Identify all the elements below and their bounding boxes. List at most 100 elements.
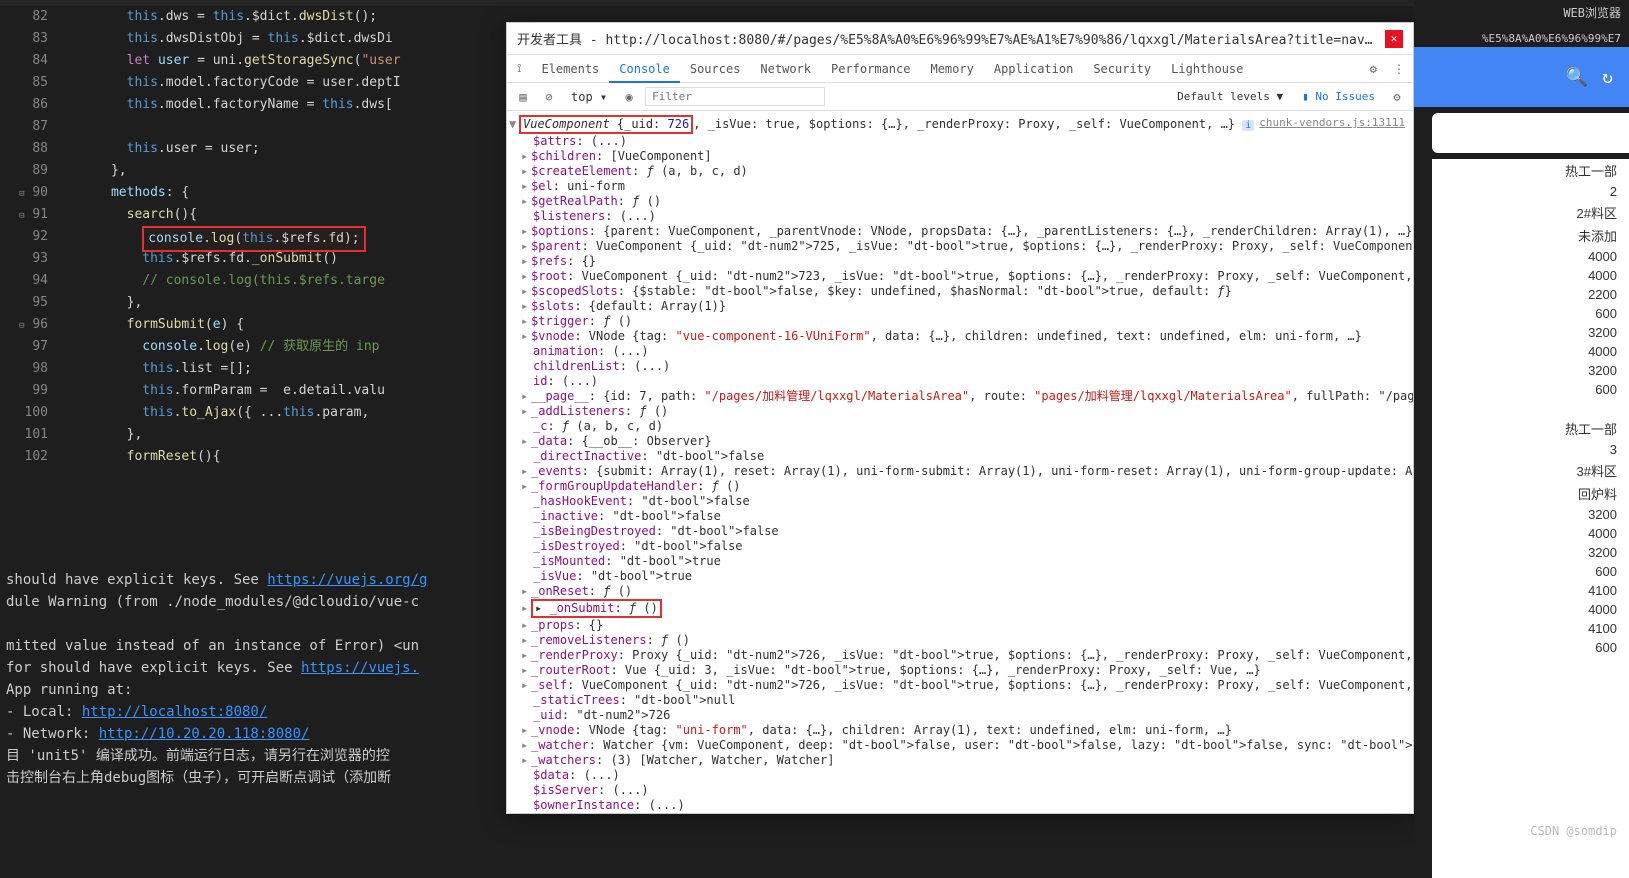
list-item: 回炉料: [1432, 482, 1629, 505]
console-property-row[interactable]: ▸_onReset: ƒ (): [515, 584, 1405, 599]
console-property-row[interactable]: _uid: "dt-num2">726: [515, 708, 1405, 723]
close-icon[interactable]: ✕: [1385, 30, 1403, 48]
console-property-row[interactable]: ▸$refs: {}: [515, 254, 1405, 269]
console-property-row[interactable]: ▸_events: {submit: Array(1), reset: Arra…: [515, 464, 1405, 479]
console-property-row[interactable]: ▸_self: VueComponent {_uid: "dt-num2">72…: [515, 678, 1405, 693]
refresh-icon[interactable]: ↻: [1602, 67, 1613, 88]
list-item: 3: [1432, 440, 1629, 459]
devtools-titlebar[interactable]: 开发者工具 - http://localhost:8080/#/pages/%E…: [507, 23, 1413, 55]
console-property-row[interactable]: $data: (...): [515, 768, 1405, 783]
console-property-row[interactable]: _hasHookEvent: "dt-bool">false: [515, 494, 1405, 509]
list-item: 600: [1432, 638, 1629, 657]
terminal-link[interactable]: http://10.20.20.118:8080/: [99, 726, 310, 742]
console-property-row[interactable]: ▸_data: {__ob__: Observer}: [515, 434, 1405, 449]
tab-application[interactable]: Application: [984, 55, 1083, 83]
console-property-row[interactable]: $ownerInstance: (...): [515, 798, 1405, 813]
console-toolbar: ▤ ⊘ top ▾ ◉ Default levels ▼ ▮ No Issues…: [507, 83, 1413, 111]
source-link[interactable]: chunk-vendors.js:13111: [1259, 115, 1405, 130]
console-property-row[interactable]: ▸▸ _onSubmit: ƒ (): [515, 599, 1405, 618]
console-property-row[interactable]: ▸$trigger: ƒ (): [515, 314, 1405, 329]
console-property-row[interactable]: childrenList: (...): [515, 359, 1405, 374]
terminal-link[interactable]: https://vuejs.org/g: [267, 572, 427, 588]
more-icon[interactable]: ⋮: [1385, 62, 1413, 76]
levels-select[interactable]: Default levels ▼: [1170, 87, 1290, 106]
console-property-row[interactable]: _isVue: "dt-bool">true: [515, 569, 1405, 584]
console-property-row[interactable]: ▸_routerRoot: Vue {_uid: 3, _isVue: "dt-…: [515, 663, 1405, 678]
list-item: 600: [1432, 380, 1629, 399]
console-property-row[interactable]: _staticTrees: "dt-bool">null: [515, 693, 1405, 708]
inspect-icon[interactable]: ⟟: [507, 61, 531, 76]
list-item: 3#料区: [1432, 459, 1629, 482]
console-property-row[interactable]: ▸$el: uni-form: [515, 179, 1405, 194]
terminal-link[interactable]: http://localhost:8080/: [82, 704, 267, 720]
tab-elements[interactable]: Elements: [531, 55, 609, 83]
highlighted-header: VueComponent {_uid: 726: [519, 115, 693, 134]
search-icon[interactable]: 🔍: [1566, 67, 1588, 88]
console-property-row[interactable]: ▸__page__: {id: 7, path: "/pages/加料管理/lq…: [515, 389, 1405, 404]
list-item: 600: [1432, 304, 1629, 323]
watermark: CSDN @somdip: [1530, 824, 1617, 838]
devtools-window: 开发者工具 - http://localhost:8080/#/pages/%E…: [506, 22, 1414, 814]
tab-security[interactable]: Security: [1083, 55, 1161, 83]
console-property-row[interactable]: ▸_watcher: Watcher {vm: VueComponent, de…: [515, 738, 1405, 753]
console-property-row[interactable]: ▸$root: VueComponent {_uid: "dt-num2">72…: [515, 269, 1405, 284]
list-item: 2#料区: [1432, 201, 1629, 224]
console-property-row[interactable]: ▸$vnode: VNode {tag: "vue-component-16-V…: [515, 329, 1405, 344]
console-property-row[interactable]: animation: (...): [515, 344, 1405, 359]
tab-performance[interactable]: Performance: [821, 55, 920, 83]
console-property-row[interactable]: ▸$options: {parent: VueComponent, _paren…: [515, 224, 1405, 239]
console-output[interactable]: chunk-vendors.js:13111 ▼VueComponent {_u…: [507, 111, 1413, 813]
terminal-link[interactable]: https://vuejs.: [301, 660, 419, 676]
list-item: 600: [1432, 562, 1629, 581]
tab-sources[interactable]: Sources: [680, 55, 751, 83]
line-gutter: 828384 858687 8889 ⊟ 90 ⊟ 91 929394 95 ⊟…: [0, 6, 64, 561]
tab-memory[interactable]: Memory: [920, 55, 983, 83]
gear-icon[interactable]: ⚙: [1387, 90, 1407, 104]
search-bar[interactable]: [1432, 113, 1629, 153]
tab-network[interactable]: Network: [750, 55, 821, 83]
console-property-row[interactable]: ▸$scopedSlots: {$stable: "dt-bool">false…: [515, 284, 1405, 299]
list-item: 4000: [1432, 600, 1629, 619]
console-property-row[interactable]: ▸_addListeners: ƒ (): [515, 404, 1405, 419]
context-select[interactable]: top ▾: [565, 88, 613, 106]
sidebar-toggle-icon[interactable]: ▤: [513, 90, 533, 104]
console-property-row[interactable]: _isBeingDestroyed: "dt-bool">false: [515, 524, 1405, 539]
list-item: 4000: [1432, 247, 1629, 266]
list-item: 2: [1432, 182, 1629, 201]
console-property-row[interactable]: ▸$createElement: ƒ (a, b, c, d): [515, 164, 1405, 179]
clear-console-icon[interactable]: ⊘: [539, 90, 559, 104]
console-property-row[interactable]: ▸_removeListeners: ƒ (): [515, 633, 1405, 648]
console-property-row[interactable]: $attrs: (...): [515, 134, 1405, 149]
console-property-row[interactable]: $listeners: (...): [515, 209, 1405, 224]
console-property-row[interactable]: ▸$parent: VueComponent {_uid: "dt-num2">…: [515, 239, 1405, 254]
console-property-row[interactable]: ▸$getRealPath: ƒ (): [515, 194, 1405, 209]
console-property-row[interactable]: ▸_props: {}: [515, 618, 1405, 633]
console-property-row[interactable]: ▸$slots: {default: Array(1)}: [515, 299, 1405, 314]
list-item: 4000: [1432, 342, 1629, 361]
console-property-row[interactable]: ▸_watchers: (3) [Watcher, Watcher, Watch…: [515, 753, 1405, 768]
info-badge[interactable]: i: [1242, 120, 1254, 131]
data-list[interactable]: 热工一部22#料区未添加4000400022006003200400032006…: [1432, 159, 1629, 878]
list-item: 3200: [1432, 361, 1629, 380]
list-item: 4000: [1432, 524, 1629, 543]
console-property-row[interactable]: ▸_vnode: VNode {tag: "uni-form", data: {…: [515, 723, 1405, 738]
console-property-row[interactable]: id: (...): [515, 374, 1405, 389]
issues-button[interactable]: ▮ No Issues: [1296, 88, 1381, 105]
tab-console[interactable]: Console: [609, 55, 680, 83]
list-item: 4100: [1432, 581, 1629, 600]
gear-icon[interactable]: ⚙: [1362, 62, 1385, 76]
console-property-row[interactable]: ▸_formGroupUpdateHandler: ƒ (): [515, 479, 1405, 494]
console-property-row[interactable]: _directInactive: "dt-bool">false: [515, 449, 1405, 464]
eye-icon[interactable]: ◉: [619, 90, 639, 104]
console-property-row[interactable]: _isMounted: "dt-bool">true: [515, 554, 1405, 569]
filter-input[interactable]: [645, 87, 825, 106]
console-property-row[interactable]: _inactive: "dt-bool">false: [515, 509, 1405, 524]
console-property-row[interactable]: _c: ƒ (a, b, c, d): [515, 419, 1405, 434]
console-property-row[interactable]: $isServer: (...): [515, 783, 1405, 798]
console-property-row[interactable]: ▸_renderProxy: Proxy {_uid: "dt-num2">72…: [515, 648, 1405, 663]
console-property-row[interactable]: _isDestroyed: "dt-bool">false: [515, 539, 1405, 554]
list-item: 热工一部: [1432, 417, 1629, 440]
tab-lighthouse[interactable]: Lighthouse: [1161, 55, 1253, 83]
app-header: 🔍 ↻: [1414, 47, 1629, 107]
console-property-row[interactable]: ▸$children: [VueComponent]: [515, 149, 1405, 164]
